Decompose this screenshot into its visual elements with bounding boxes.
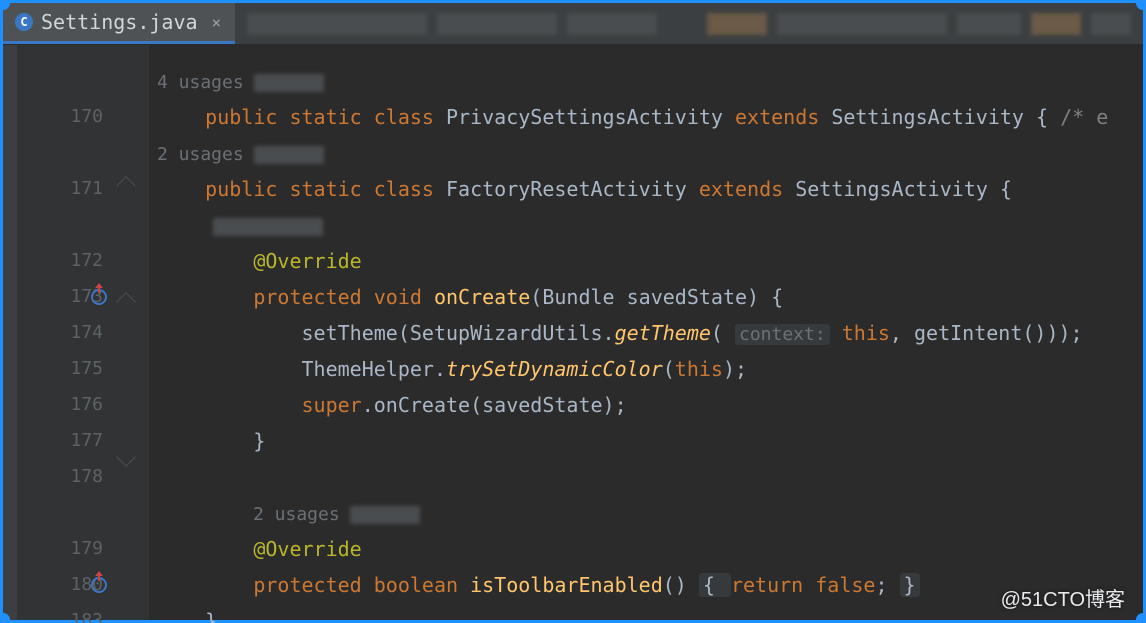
line-number: 183	[17, 603, 113, 623]
fold-toggle-icon[interactable]	[116, 292, 136, 312]
editor-area[interactable]: 170 171 172 173 174 175 176 177 178 179 …	[3, 45, 1143, 620]
editor-tabbar: C Settings.java ×	[3, 3, 1143, 45]
code-line: public static class PrivacySettingsActiv…	[149, 99, 1143, 135]
code-line: protected void onCreate(Bundle savedStat…	[149, 279, 1143, 315]
fold-toggle-icon[interactable]	[116, 176, 136, 196]
code-line: }	[149, 423, 1143, 459]
line-number-gutter[interactable]: 170 171 172 173 174 175 176 177 178 179 …	[17, 45, 113, 620]
editor-tab-active[interactable]: C Settings.java ×	[3, 3, 235, 44]
code-line: setTheme(SetupWizardUtils.getTheme( cont…	[149, 315, 1143, 351]
folded-region[interactable]: {	[699, 573, 731, 597]
code-line: @Override	[149, 243, 1143, 279]
line-number: 177	[17, 423, 113, 459]
java-class-icon: C	[15, 13, 33, 31]
tab-filename: Settings.java	[41, 10, 198, 34]
line-number: 172	[17, 243, 113, 279]
code-line: }	[149, 603, 1143, 623]
code-line	[149, 207, 1143, 243]
blurred-author	[350, 506, 420, 524]
selection-handle[interactable]	[1136, 613, 1146, 623]
blurred-author	[254, 146, 324, 164]
line-number	[17, 135, 113, 171]
override-marker-icon[interactable]	[91, 577, 107, 593]
code-line: ThemeHelper.trySetDynamicColor(this);	[149, 351, 1143, 387]
close-icon[interactable]: ×	[212, 13, 222, 32]
other-tabs-blurred	[235, 3, 1143, 44]
code-line: super.onCreate(savedState);	[149, 387, 1143, 423]
left-stripe	[3, 45, 17, 620]
usages-hint[interactable]: 4 usages	[157, 72, 244, 93]
fold-gutter[interactable]	[113, 45, 149, 620]
line-number: 171	[17, 171, 113, 207]
code-line: @Override	[149, 531, 1143, 567]
fold-toggle-icon[interactable]	[116, 447, 136, 467]
watermark-text: @51CTO博客	[1001, 583, 1125, 612]
code-line	[149, 459, 1143, 495]
line-number: 174	[17, 315, 113, 351]
line-number: 180	[17, 567, 113, 603]
code-content[interactable]: 4 usages public static class PrivacySett…	[149, 45, 1143, 620]
ide-frame: C Settings.java × 170 171 172 173 174 17…	[0, 0, 1146, 623]
code-line: protected boolean isToolbarEnabled() { r…	[149, 567, 1143, 603]
inline-hint: context:	[735, 324, 830, 345]
line-number: 175	[17, 351, 113, 387]
usages-hint[interactable]: 2 usages	[157, 144, 244, 165]
line-number	[17, 207, 113, 243]
blurred-author	[213, 218, 323, 236]
line-number: 170	[17, 99, 113, 135]
line-number: 178	[17, 459, 113, 495]
code-line: public static class FactoryResetActivity…	[149, 171, 1143, 207]
line-number: 173	[17, 279, 113, 315]
line-number	[17, 63, 113, 99]
usages-hint[interactable]: 2 usages	[253, 504, 340, 525]
blurred-author	[254, 74, 324, 92]
line-number: 179	[17, 531, 113, 567]
folded-region[interactable]: }	[900, 573, 920, 597]
line-number	[17, 495, 113, 531]
override-marker-icon[interactable]	[91, 289, 107, 305]
line-number: 176	[17, 387, 113, 423]
